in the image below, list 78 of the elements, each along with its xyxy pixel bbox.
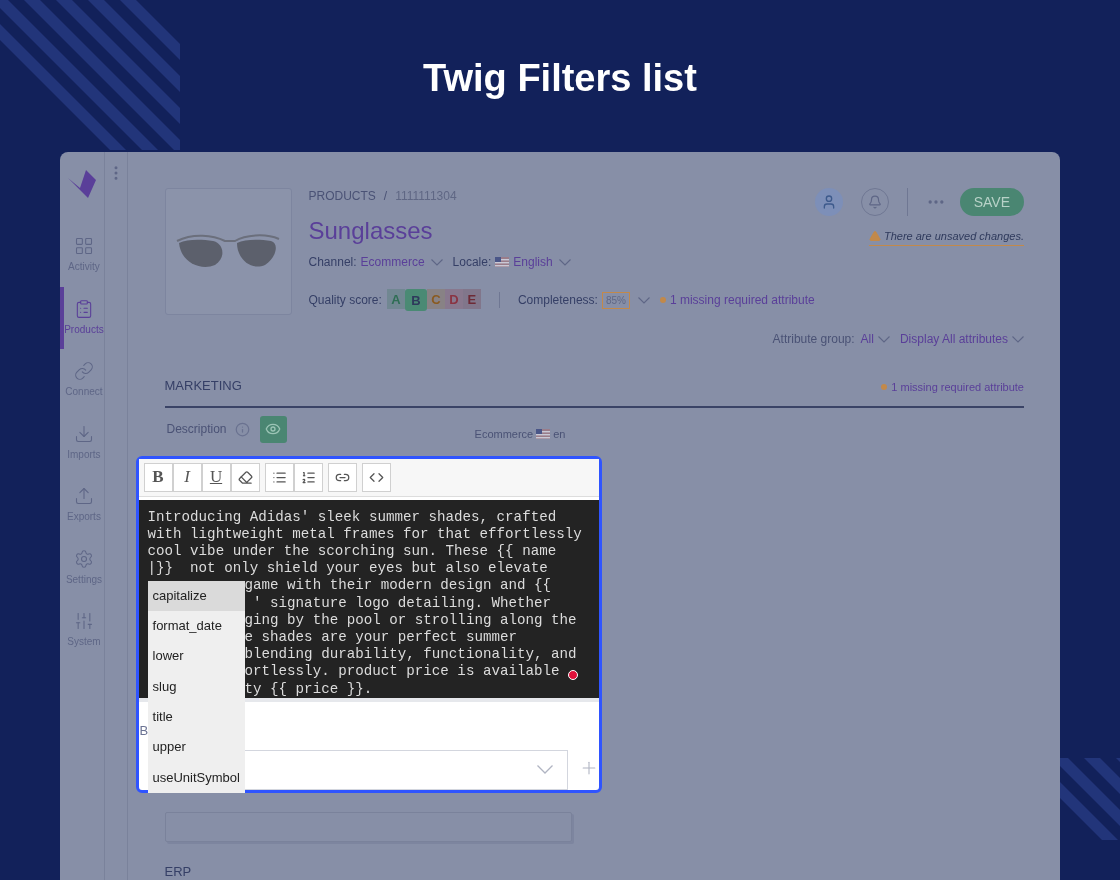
channel-label: Channel: <box>308 254 357 271</box>
chain-icon <box>73 361 94 382</box>
code-line: cool vibe under the scorching sun. These {{ name <box>147 542 557 561</box>
completeness-label: Completeness: <box>517 292 598 309</box>
field-label: Description <box>166 421 227 438</box>
suggestion-item[interactable]: slug <box>147 671 245 702</box>
bold-button[interactable]: B <box>143 462 173 492</box>
field-label: B <box>139 722 150 739</box>
section-title: ERP <box>164 864 193 880</box>
bell-icon <box>867 195 882 209</box>
product-title: Sunglasses <box>308 217 434 245</box>
underline-button[interactable]: U <box>201 462 231 492</box>
code-line: ty {{ price }}. <box>244 680 373 698</box>
section-title: MARKETING <box>164 377 242 395</box>
eye-icon <box>265 421 282 437</box>
grade-letter: A <box>391 292 401 306</box>
grid-icon <box>73 236 94 257</box>
code-line: blending durability, functionality, and <box>244 646 577 664</box>
download-icon <box>73 423 94 444</box>
settings-icon <box>73 548 94 569</box>
suggestion-item[interactable]: title <box>147 701 245 732</box>
code-line: Introducing Adidas' sleek summer shades, crafted <box>147 508 557 526</box>
chevron-down-icon <box>430 258 443 266</box>
numbered-list-icon <box>300 469 316 485</box>
grade-letter: B <box>411 293 421 307</box>
chevron-down-icon <box>1012 335 1024 343</box>
code-view-button[interactable] <box>361 462 391 492</box>
sliders-icon <box>73 611 94 632</box>
clear-format-button[interactable] <box>230 462 260 492</box>
code-line: game with their modern design and {{ <box>244 577 551 595</box>
quality-score-label: Quality score: <box>308 292 382 309</box>
code-line: e shades are your perfect summer <box>244 628 517 647</box>
suggestion-item[interactable]: format_date <box>147 610 245 642</box>
code-line: with lightweight metal frames for that effortlessly <box>147 525 582 543</box>
code-line: |}} not only shield your eyes but also elevate <box>147 560 548 578</box>
missing-attribute-link[interactable]: 1 missing required attribute <box>891 379 1024 396</box>
banner-title: Twig Filters list <box>423 56 697 100</box>
grade-letter: D <box>449 292 459 306</box>
locale-label: Locale: <box>452 254 492 271</box>
numbered-list-button[interactable] <box>293 462 323 492</box>
info-icon <box>234 421 250 437</box>
locale-dropdown[interactable]: English <box>513 253 571 271</box>
scope-label: Ecommerce en <box>474 426 566 442</box>
grade-letter: C <box>431 292 441 306</box>
chevron-down-icon <box>536 765 553 774</box>
suggestion-item[interactable]: useUnitSymbol <box>147 762 245 793</box>
link-button[interactable] <box>327 462 357 492</box>
italic-button[interactable]: I <box>172 462 202 492</box>
suggestion-item[interactable]: lower <box>147 641 245 672</box>
breadcrumb-separator: / <box>383 189 388 203</box>
flag-icon <box>495 257 510 267</box>
code-line: ging by the pool or strolling along the <box>244 611 577 629</box>
attribute-group-label: Attribute group: <box>772 331 855 348</box>
user-avatar[interactable] <box>814 188 843 216</box>
chevron-down-icon <box>637 296 650 304</box>
bulleted-list-icon <box>271 469 287 485</box>
suggestion-item[interactable]: capitalize <box>147 580 245 611</box>
sidebar-item[interactable]: Products <box>60 286 104 349</box>
preview-button[interactable] <box>259 415 287 443</box>
missing-attribute-link[interactable]: 1 missing required attribute <box>669 291 815 309</box>
channel-dropdown[interactable]: Ecommerce <box>360 253 443 271</box>
attribute-group-dropdown[interactable]: All <box>860 330 890 348</box>
display-attributes-dropdown[interactable]: Display All attributes <box>899 330 1024 348</box>
suggestion-item[interactable]: upper <box>147 731 245 763</box>
cursor-marker-icon <box>567 669 578 680</box>
chevron-down-icon <box>877 335 890 343</box>
upload-icon <box>73 486 94 507</box>
grade-letter: E <box>467 292 477 306</box>
bulleted-list-button[interactable] <box>264 462 294 492</box>
code-line: ' signature logo detailing. Whether <box>252 594 551 612</box>
warning-icon <box>868 230 881 243</box>
code-line: ortlessly. product price is available <box>244 663 560 681</box>
flag-icon <box>536 429 551 439</box>
save-button[interactable]: SAVE <box>959 188 1024 216</box>
chevron-down-icon <box>558 258 571 266</box>
eraser-icon <box>237 469 253 485</box>
breadcrumb-link[interactable]: PRODUCTS <box>308 189 376 203</box>
unsaved-changes-text: There are unsaved changes. <box>883 229 1024 244</box>
